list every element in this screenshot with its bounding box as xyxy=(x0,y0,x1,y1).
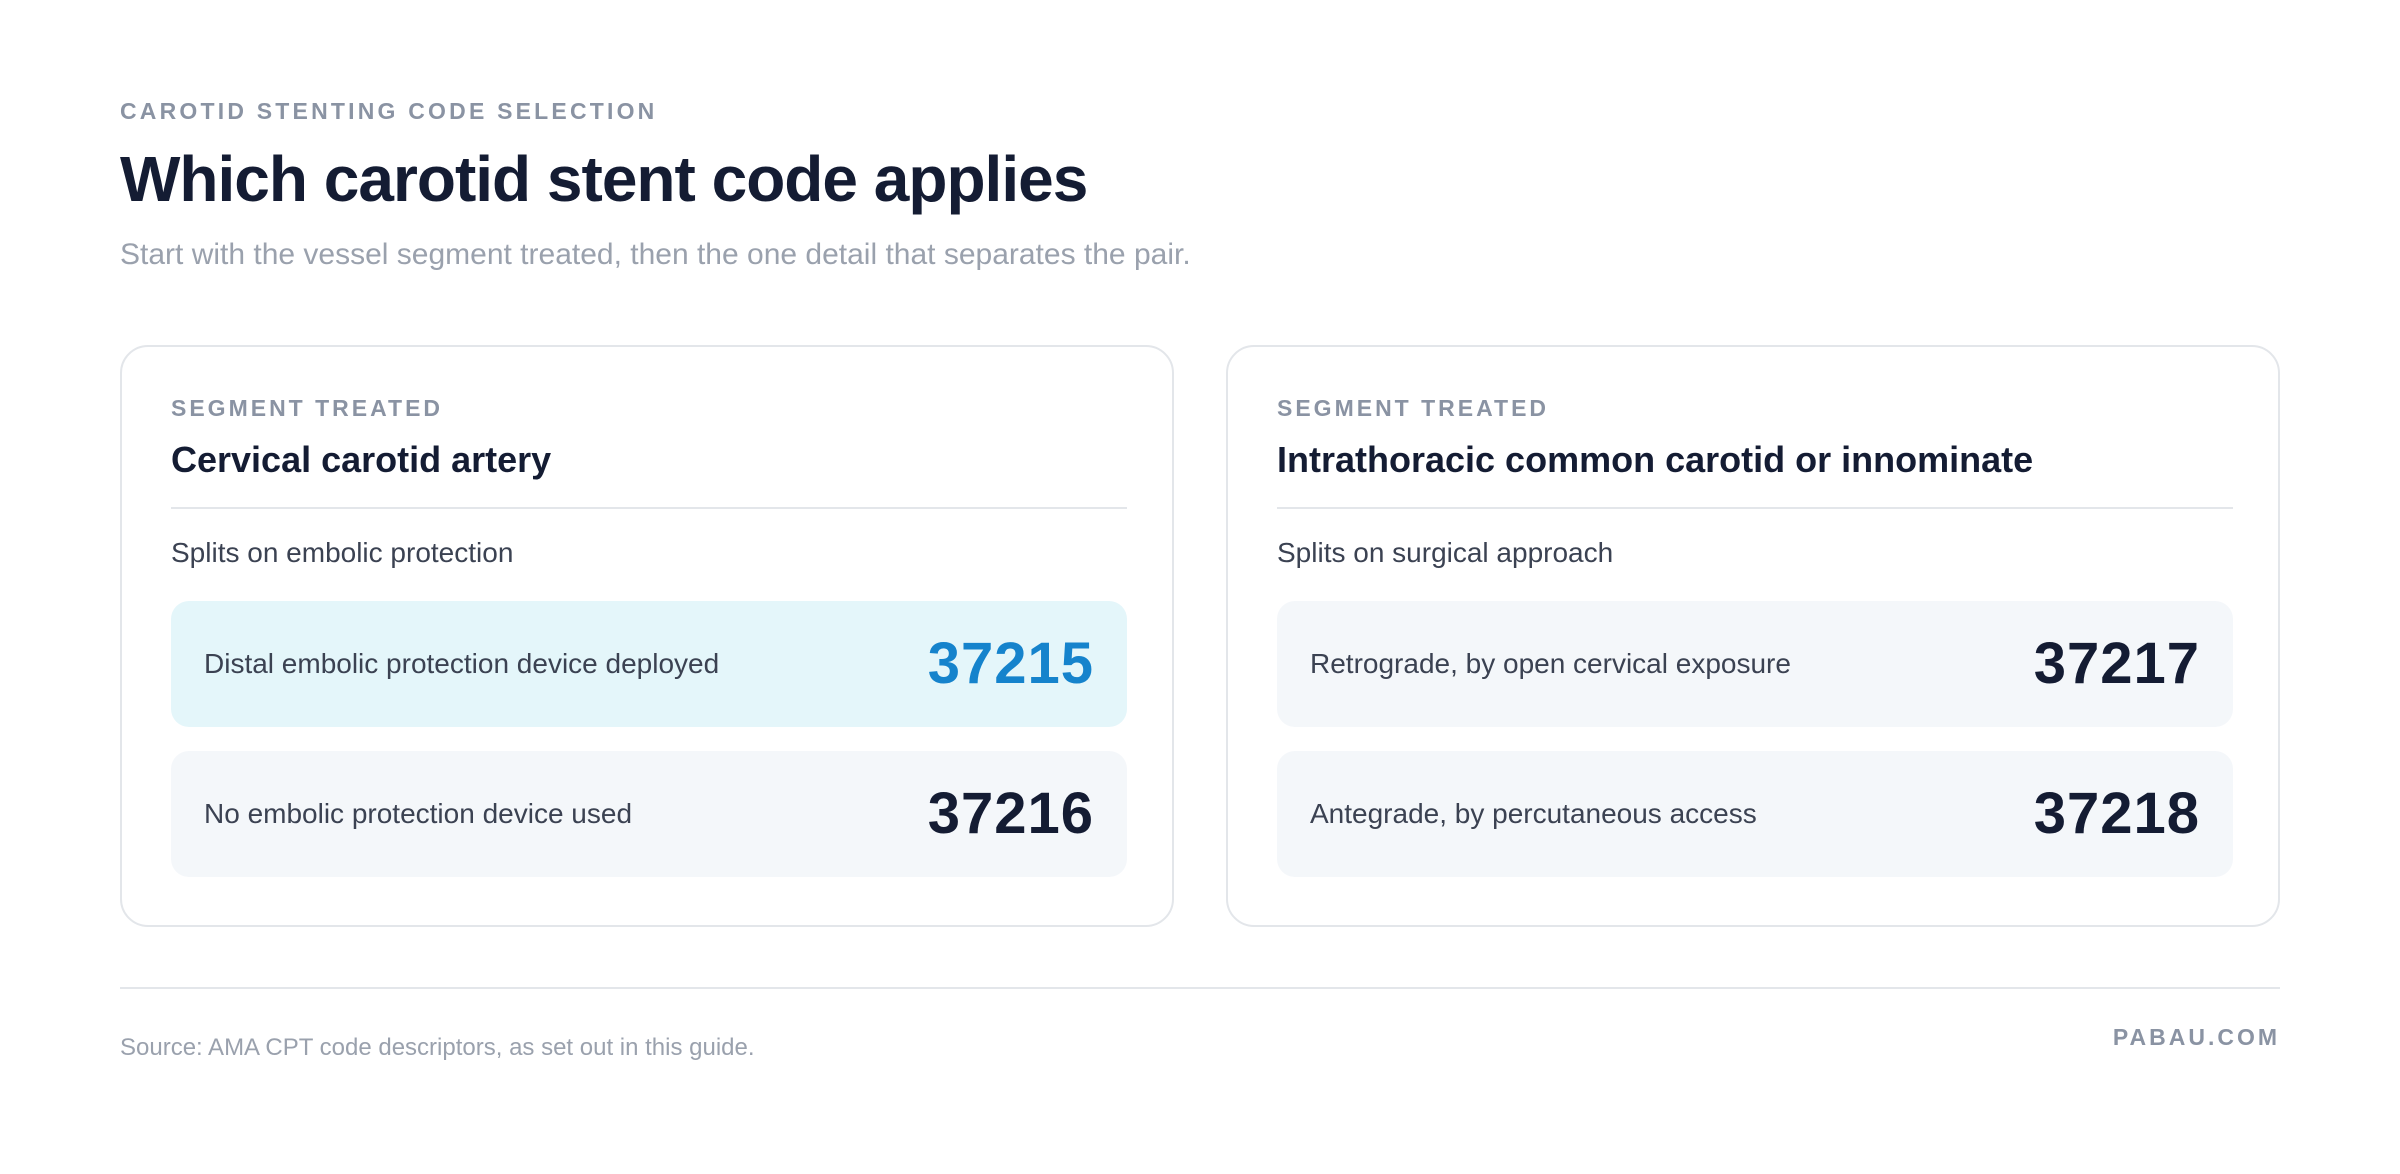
option-description: Distal embolic protection device deploye… xyxy=(204,648,720,679)
card-title: Cervical carotid artery xyxy=(171,439,552,480)
card-split-note: Splits on surgical approach xyxy=(1277,537,1614,568)
card-title: Intrathoracic common carotid or innomina… xyxy=(1277,439,2034,480)
page-subtitle: Start with the vessel segment treated, t… xyxy=(120,238,1191,271)
option-37218: Antegrade, by percutaneous access 37218 xyxy=(1277,751,2233,877)
option-code: 37217 xyxy=(2033,631,2200,696)
footer-divider xyxy=(120,987,2280,989)
brand-wordmark: PABAU.COM xyxy=(2112,1024,2280,1050)
option-description: Antegrade, by percutaneous access xyxy=(1310,798,1757,829)
card-divider xyxy=(171,507,1127,509)
source-note: Source: AMA CPT code descriptors, as set… xyxy=(120,1034,755,1061)
option-description: Retrograde, by open cervical exposure xyxy=(1310,648,1791,679)
option-code: 37216 xyxy=(927,781,1094,846)
option-description: No embolic protection device used xyxy=(204,798,633,829)
option-37217: Retrograde, by open cervical exposure 37… xyxy=(1277,601,2233,727)
card-divider xyxy=(1277,507,2233,509)
page-eyebrow: CAROTID STENTING CODE SELECTION xyxy=(120,98,658,124)
card-cervical-carotid: SEGMENT TREATED Cervical carotid artery … xyxy=(120,345,1174,927)
card-intrathoracic-carotid: SEGMENT TREATED Intrathoracic common car… xyxy=(1226,345,2280,927)
option-37216: No embolic protection device used 37216 xyxy=(171,751,1127,877)
option-37215: Distal embolic protection device deploye… xyxy=(171,601,1127,727)
card-label: SEGMENT TREATED xyxy=(171,395,444,421)
page-title: Which carotid stent code applies xyxy=(120,143,1088,215)
option-code: 37218 xyxy=(2033,781,2200,846)
option-code: 37215 xyxy=(927,631,1094,696)
card-label: SEGMENT TREATED xyxy=(1277,395,1550,421)
segment-cards: SEGMENT TREATED Cervical carotid artery … xyxy=(120,345,2280,927)
card-split-note: Splits on embolic protection xyxy=(171,537,514,568)
